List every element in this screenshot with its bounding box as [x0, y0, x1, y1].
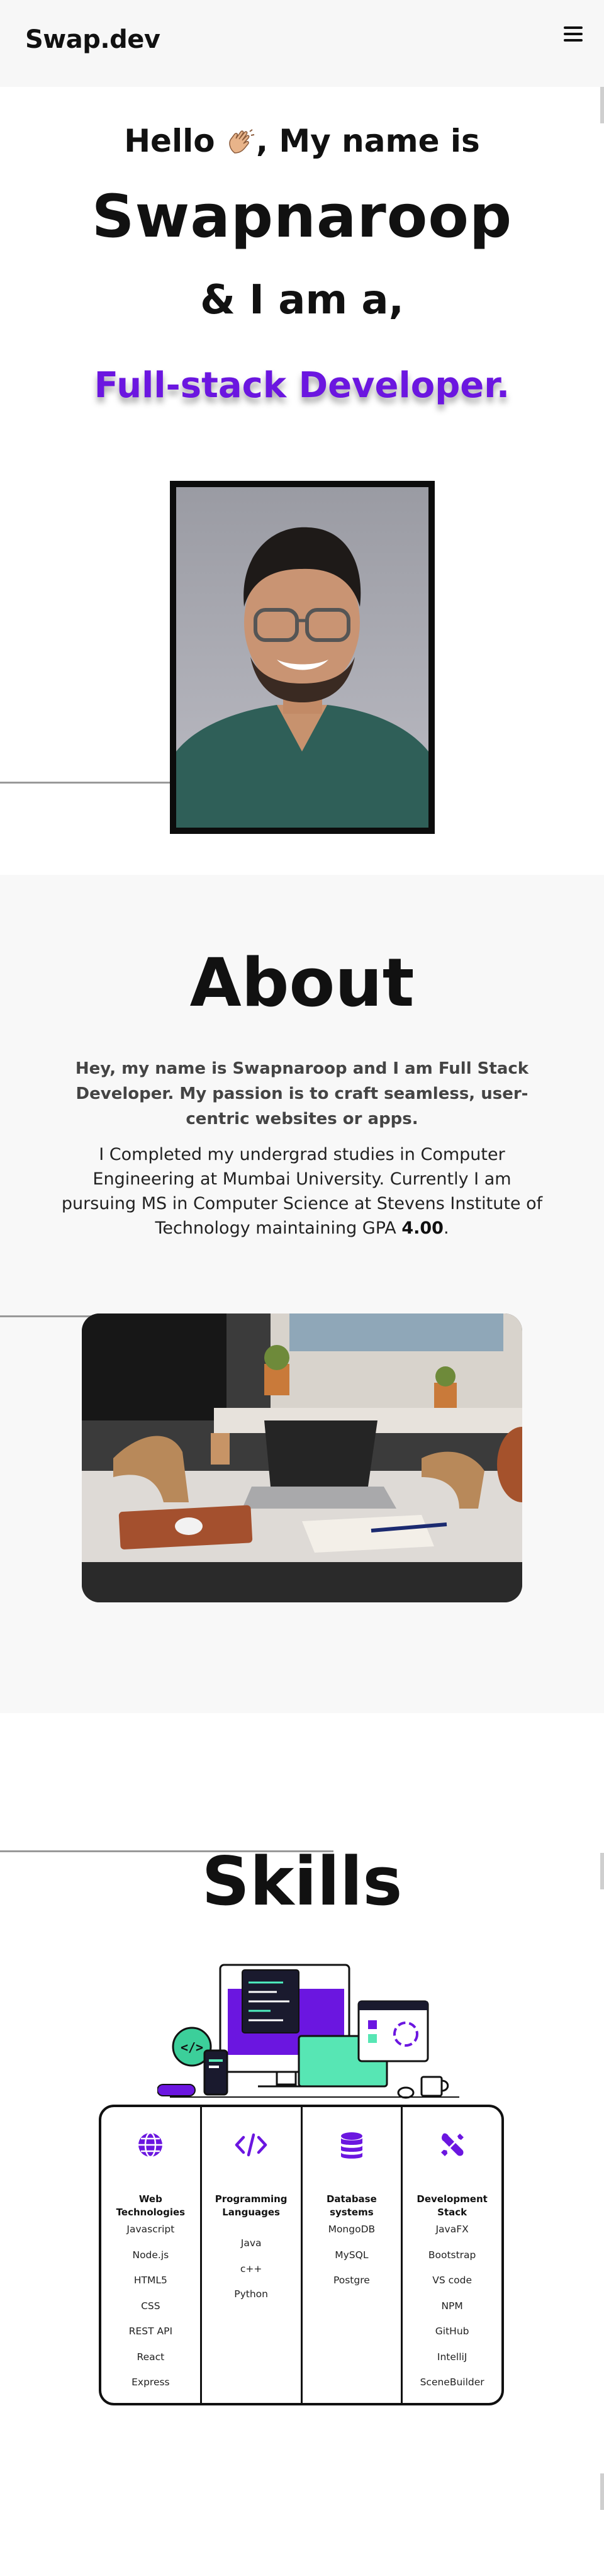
- menu-bar: [564, 33, 583, 35]
- about-education-text: I Completed my undergrad studies in Comp…: [57, 1142, 547, 1240]
- code-icon: [235, 2133, 267, 2157]
- decorative-line: [0, 782, 175, 784]
- skill-item: Javascript: [126, 2224, 175, 2235]
- menu-bar: [564, 26, 583, 29]
- skill-list: MongoDB MySQL Postgre: [303, 2217, 401, 2293]
- skill-list: Java c++ Python: [202, 2230, 301, 2307]
- about-title: About: [189, 944, 415, 1021]
- education-text-end: .: [443, 1218, 449, 1238]
- greeting-suffix: , My name is: [256, 123, 480, 159]
- greeting-prefix: Hello: [124, 123, 215, 159]
- skill-item: NPM: [441, 2300, 463, 2312]
- workspace-photo: [82, 1313, 522, 1602]
- skill-item: React: [137, 2351, 165, 2363]
- skill-heading: Database systems: [326, 2193, 377, 2218]
- developer-setup-illustration: </>: [157, 1964, 459, 2099]
- skill-item: Bootstrap: [428, 2249, 476, 2261]
- scrollbar-thumb[interactable]: [600, 87, 604, 123]
- portrait-image: [176, 487, 428, 828]
- hero-greeting: Hello , My name is: [0, 123, 604, 159]
- about-intro-text: Hey, my name is Swapnaroop and I am Full…: [75, 1059, 529, 1128]
- database-icon: [340, 2132, 362, 2159]
- profile-photo: [170, 481, 435, 834]
- skill-item: c++: [240, 2263, 262, 2275]
- skill-column-web: Web Technologies Javascript Node.js HTML…: [101, 2107, 202, 2403]
- skill-item: HTML5: [133, 2275, 167, 2286]
- tools-icon: [439, 2132, 465, 2158]
- skill-item: Postgre: [333, 2275, 370, 2286]
- skill-item: VS code: [432, 2275, 472, 2286]
- brand-logo[interactable]: Swap.dev: [25, 25, 160, 54]
- skill-list: JavaFX Bootstrap VS code NPM GitHub Inte…: [403, 2217, 501, 2395]
- site-header: Swap.dev: [0, 0, 604, 87]
- skill-list: Javascript Node.js HTML5 CSS REST API Re…: [101, 2217, 200, 2395]
- skill-item: JavaFX: [435, 2224, 469, 2235]
- waving-hand-icon: [229, 129, 255, 154]
- skill-item: Node.js: [132, 2249, 169, 2261]
- desk-image: [82, 1313, 522, 1602]
- skill-item: REST API: [128, 2326, 173, 2337]
- skill-item: SceneBuilder: [420, 2376, 484, 2388]
- skill-column-databases: Database systems MongoDB MySQL Postgre: [303, 2107, 403, 2403]
- skill-item: Python: [234, 2288, 268, 2300]
- skills-table: Web Technologies Javascript Node.js HTML…: [99, 2105, 504, 2405]
- hero-intro: & I am a,: [200, 277, 404, 323]
- gpa-value: 4.00: [401, 1218, 444, 1238]
- hamburger-menu-icon[interactable]: [564, 25, 583, 43]
- menu-bar: [564, 39, 583, 42]
- skill-heading: Web Technologies: [116, 2193, 186, 2218]
- globe-icon: [138, 2132, 163, 2158]
- skill-item: Express: [131, 2376, 170, 2388]
- education-text: I Completed my undergrad studies in Comp…: [61, 1145, 543, 1238]
- skills-title: Skills: [201, 1843, 403, 1920]
- skill-column-dev-stack: Development Stack JavaFX Bootstrap VS co…: [403, 2107, 501, 2403]
- skill-item: MongoDB: [328, 2224, 376, 2235]
- hero-role: Full-stack Developer.: [94, 365, 510, 406]
- svg-text:</>: </>: [181, 2040, 203, 2055]
- skill-column-languages: Programming Languages Java c++ Python: [202, 2107, 303, 2403]
- skill-item: Java: [240, 2237, 262, 2249]
- hero-name: Swapnaroop: [91, 183, 513, 251]
- skill-item: MySQL: [335, 2249, 369, 2261]
- skill-item: CSS: [141, 2300, 160, 2312]
- skill-item: GitHub: [435, 2326, 469, 2337]
- skill-heading: Development Stack: [417, 2193, 488, 2218]
- scrollbar-thumb[interactable]: [600, 2473, 604, 2510]
- skill-item: IntelliJ: [437, 2351, 467, 2363]
- skill-heading: Programming Languages: [215, 2193, 288, 2218]
